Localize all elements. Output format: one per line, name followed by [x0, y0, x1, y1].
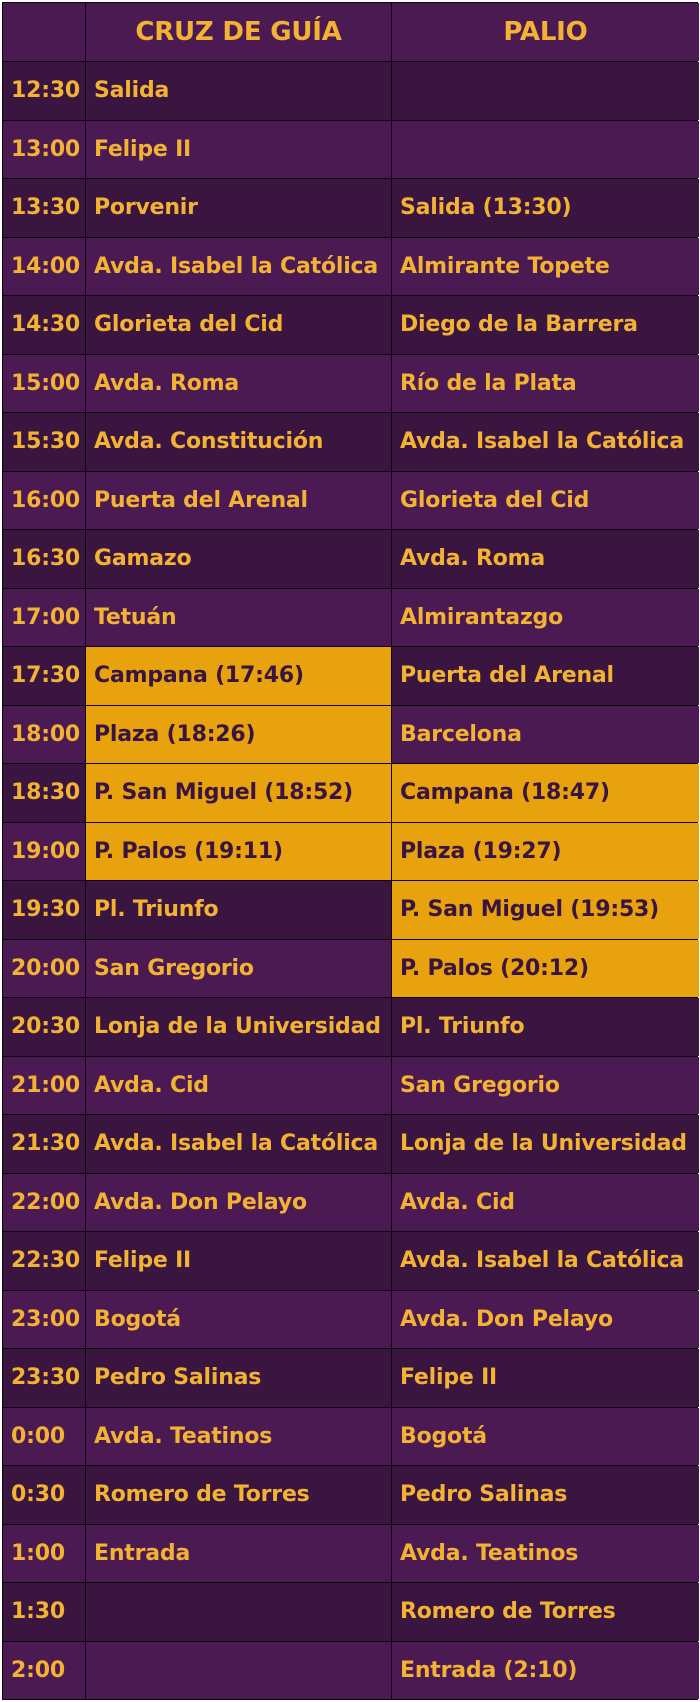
- palio-cell: Río de la Plata: [392, 354, 699, 412]
- palio-cell: Avda. Teatinos: [392, 1524, 699, 1582]
- time-cell: 17:00: [3, 588, 85, 646]
- cruz-cell: Salida: [86, 62, 391, 120]
- time-cell: 15:30: [3, 413, 85, 471]
- cruz-cell: Pl. Triunfo: [86, 881, 391, 939]
- time-cell: 12:30: [3, 62, 85, 120]
- palio-cell: Almirantazgo: [392, 588, 699, 646]
- cruz-cell: Tetuán: [86, 588, 391, 646]
- header-time-cell: [3, 3, 85, 61]
- palio-cell: Diego de la Barrera: [392, 296, 699, 354]
- time-cell: 20:00: [3, 939, 85, 997]
- time-cell: 19:30: [3, 881, 85, 939]
- time-cell: 0:00: [3, 1407, 85, 1465]
- palio-cell: Bogotá: [392, 1407, 699, 1465]
- cruz-cell: Romero de Torres: [86, 1466, 391, 1524]
- palio-cell: Barcelona: [392, 705, 699, 763]
- cruz-cell: Plaza (18:26): [86, 705, 391, 763]
- palio-cell: Romero de Torres: [392, 1583, 699, 1641]
- time-cell: 18:00: [3, 705, 85, 763]
- time-cell: 14:30: [3, 296, 85, 354]
- palio-cell: Avda. Isabel la Católica: [392, 413, 699, 471]
- palio-cell: Felipe II: [392, 1349, 699, 1407]
- cruz-cell: Puerta del Arenal: [86, 471, 391, 529]
- time-cell: 17:30: [3, 647, 85, 705]
- cruz-cell: Avda. Don Pelayo: [86, 1173, 391, 1231]
- cruz-cell: [86, 1583, 391, 1641]
- cruz-cell: Avda. Teatinos: [86, 1407, 391, 1465]
- cruz-cell: Entrada: [86, 1524, 391, 1582]
- cruz-cell: Pedro Salinas: [86, 1349, 391, 1407]
- time-cell: 21:00: [3, 1056, 85, 1114]
- cruz-cell: Avda. Roma: [86, 354, 391, 412]
- cruz-cell: Campana (17:46): [86, 647, 391, 705]
- palio-cell: Avda. Don Pelayo: [392, 1290, 699, 1348]
- time-cell: 20:30: [3, 998, 85, 1056]
- palio-cell: [392, 120, 699, 178]
- cruz-cell: Bogotá: [86, 1290, 391, 1348]
- time-cell: 13:00: [3, 120, 85, 178]
- palio-cell: Almirante Topete: [392, 237, 699, 295]
- schedule-table: CRUZ DE GUÍA PALIO 12:30 Salida 13:00 Felip…: [2, 2, 699, 1700]
- palio-cell: Avda. Cid: [392, 1173, 699, 1231]
- palio-cell: Entrada (2:10): [392, 1641, 699, 1699]
- palio-cell: Glorieta del Cid: [392, 471, 699, 529]
- palio-cell: San Gregorio: [392, 1056, 699, 1114]
- cruz-cell: Glorieta del Cid: [86, 296, 391, 354]
- time-cell: 1:00: [3, 1524, 85, 1582]
- palio-cell: P. San Miguel (19:53): [392, 881, 699, 939]
- time-cell: 1:30: [3, 1583, 85, 1641]
- time-cell: 18:30: [3, 764, 85, 822]
- palio-cell: Avda. Roma: [392, 530, 699, 588]
- palio-cell: Salida (13:30): [392, 179, 699, 237]
- palio-cell: Puerta del Arenal: [392, 647, 699, 705]
- palio-cell: P. Palos (20:12): [392, 939, 699, 997]
- cruz-cell: San Gregorio: [86, 939, 391, 997]
- cruz-cell: P. San Miguel (18:52): [86, 764, 391, 822]
- cruz-cell: Avda. Cid: [86, 1056, 391, 1114]
- cruz-cell: Felipe II: [86, 1232, 391, 1290]
- time-cell: 16:00: [3, 471, 85, 529]
- time-cell: 23:30: [3, 1349, 85, 1407]
- time-cell: 22:00: [3, 1173, 85, 1231]
- cruz-cell: Gamazo: [86, 530, 391, 588]
- header-cruz-de-guia: CRUZ DE GUÍA: [86, 3, 391, 61]
- time-cell: 22:30: [3, 1232, 85, 1290]
- palio-cell: Plaza (19:27): [392, 822, 699, 880]
- palio-cell: Pl. Triunfo: [392, 998, 699, 1056]
- cruz-cell: Avda. Isabel la Católica: [86, 1115, 391, 1173]
- time-cell: 15:00: [3, 354, 85, 412]
- cruz-cell: Avda. Isabel la Católica: [86, 237, 391, 295]
- palio-cell: [392, 62, 699, 120]
- time-cell: 16:30: [3, 530, 85, 588]
- time-cell: 21:30: [3, 1115, 85, 1173]
- cruz-cell: [86, 1641, 391, 1699]
- cruz-cell: Porvenir: [86, 179, 391, 237]
- time-cell: 13:30: [3, 179, 85, 237]
- time-cell: 2:00: [3, 1641, 85, 1699]
- palio-cell: Campana (18:47): [392, 764, 699, 822]
- cruz-cell: P. Palos (19:11): [86, 822, 391, 880]
- cruz-cell: Lonja de la Universidad: [86, 998, 391, 1056]
- palio-cell: Pedro Salinas: [392, 1466, 699, 1524]
- palio-cell: Avda. Isabel la Católica: [392, 1232, 699, 1290]
- header-palio: PALIO: [392, 3, 699, 61]
- time-cell: 19:00: [3, 822, 85, 880]
- cruz-cell: Avda. Constitución: [86, 413, 391, 471]
- palio-cell: Lonja de la Universidad: [392, 1115, 699, 1173]
- cruz-cell: Felipe II: [86, 120, 391, 178]
- time-cell: 0:30: [3, 1466, 85, 1524]
- time-cell: 23:00: [3, 1290, 85, 1348]
- time-cell: 14:00: [3, 237, 85, 295]
